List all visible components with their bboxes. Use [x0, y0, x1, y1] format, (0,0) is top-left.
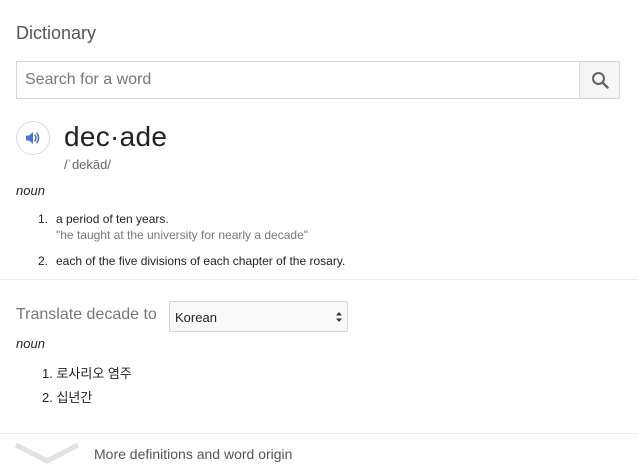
- phonetic-spelling: /ˈdekād/: [64, 157, 111, 172]
- search-box: [16, 61, 620, 99]
- dictionary-card: Dictionary dec·ade /ˈdekād/ noun 1. a pe…: [0, 0, 638, 474]
- translation-item: 1. 로사리오 염주: [42, 363, 132, 382]
- search-input[interactable]: [17, 62, 593, 98]
- section-divider: [0, 279, 638, 280]
- pronounce-button[interactable]: [16, 121, 50, 155]
- translate-label: Translate decade to: [16, 306, 157, 323]
- definition-number: 2.: [37, 254, 48, 268]
- search-icon: [591, 72, 609, 89]
- definition-text: each of the five divisions of each chapt…: [56, 254, 346, 268]
- language-select[interactable]: Korean: [169, 301, 348, 332]
- translation-number: 2.: [42, 390, 53, 405]
- dictionary-title: Dictionary: [16, 23, 97, 43]
- more-definitions-link[interactable]: More definitions and word origin: [94, 446, 292, 462]
- language-select-value: Korean: [175, 310, 217, 325]
- definition-number: 1.: [37, 212, 48, 226]
- definition-text: a period of ten years.: [56, 212, 169, 226]
- translation-text: 십년간: [56, 390, 93, 405]
- translation-item: 2. 십년간: [42, 387, 92, 406]
- translation-text: 로사리오 염주: [56, 366, 132, 381]
- search-button[interactable]: [579, 62, 619, 98]
- part-of-speech: noun: [16, 183, 45, 198]
- headword: dec·ade: [64, 121, 168, 152]
- translation-part-of-speech: noun: [16, 336, 45, 351]
- section-divider: [0, 433, 638, 434]
- definition-example: "he taught at the university for nearly …: [56, 228, 309, 242]
- speaker-icon: [26, 132, 40, 144]
- translation-number: 1.: [42, 366, 53, 381]
- chevron-down-icon[interactable]: [14, 441, 80, 465]
- select-arrows-icon: [336, 312, 342, 322]
